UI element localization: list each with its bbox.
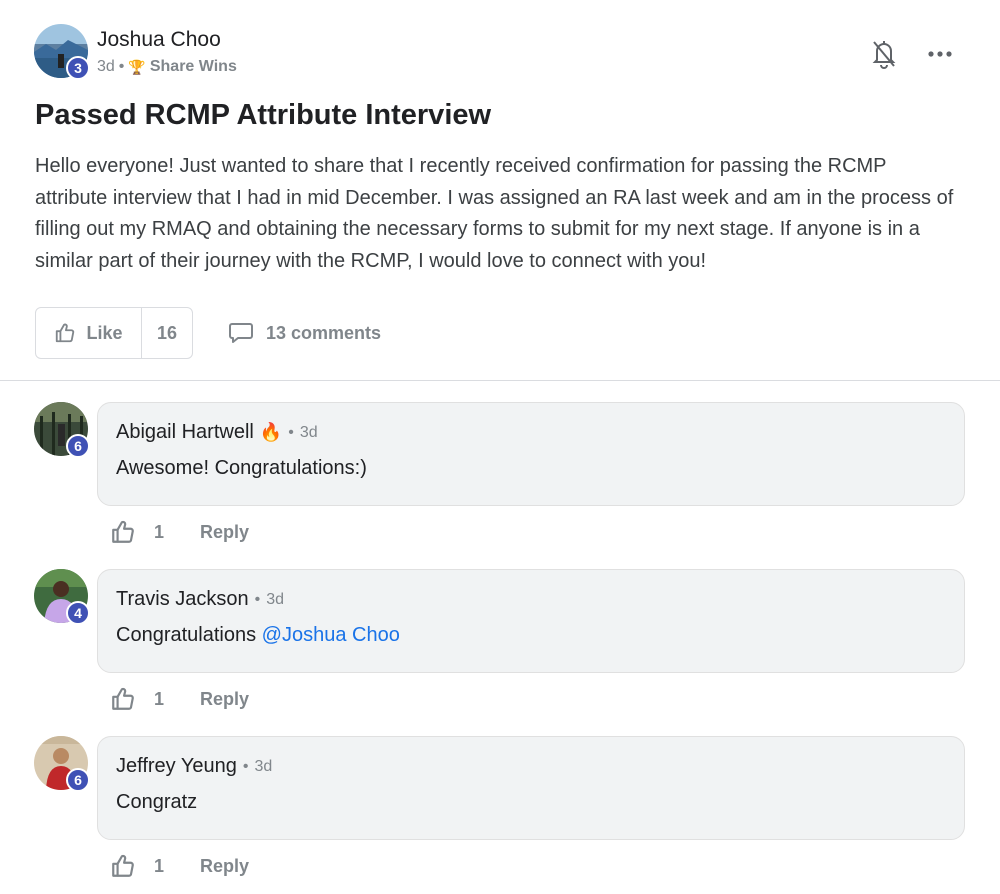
mention-link[interactable]: @Joshua Choo [262,624,400,646]
like-button[interactable]: Like [36,308,142,358]
trophy-icon: 🏆 [128,58,146,75]
comment-header: Jeffrey Yeung • 3d [116,755,272,778]
comments-count: 13 comments [266,322,382,343]
reply-button[interactable]: Reply [200,689,249,710]
comment-actions: 1 Reply [110,685,249,713]
post-title: Passed RCMP Attribute Interview [35,99,492,131]
post-body: Hello everyone! Just wanted to share tha… [35,155,954,272]
like-label: Like [86,322,123,343]
post-header: 3 Joshua Choo 3d • 🏆 Share Wins [34,24,974,84]
commenter-name[interactable]: Travis Jackson [116,588,249,611]
comment-body: Congratz [116,791,198,813]
commenter-level-badge: 6 [66,434,90,458]
comment-time: 3d [266,590,285,608]
bell-off-icon[interactable] [870,38,898,70]
meta-separator: • [118,58,125,75]
thumbs-up-icon[interactable] [110,686,136,712]
like-count[interactable]: 16 [142,308,192,358]
fire-icon: 🔥 [259,422,283,442]
reply-button[interactable]: Reply [200,856,249,877]
comment-time: 3d [299,423,318,441]
comment-actions: 1 Reply [110,852,249,880]
comment-time: 3d [254,757,273,775]
more-horizontal-icon[interactable] [926,42,954,66]
comment-time-separator: • [242,757,249,775]
comment-text: Congratulations @Joshua Choo [116,624,400,647]
reply-button[interactable]: Reply [200,522,249,543]
comment-text: Awesome! Congratulations:) [116,457,367,480]
comments-link[interactable]: 13 comments [228,318,381,348]
comment-header: Travis Jackson • 3d [116,588,284,611]
commenter-level-badge: 6 [66,768,90,792]
like-group: Like 16 [35,307,193,359]
commenter-name[interactable]: Jeffrey Yeung [116,755,237,778]
comment-bubble: Travis Jackson • 3d Congratulations @Jos… [97,569,965,673]
post-time: 3d [97,58,115,75]
comment-body: Congratulations [116,624,262,646]
thumbs-up-icon [56,323,75,343]
divider [0,380,1000,381]
comment-time-separator: • [254,590,261,608]
post-meta: 3d • 🏆 Share Wins [97,58,237,76]
thumbs-up-icon[interactable] [110,853,136,879]
author-level-badge: 3 [66,56,90,80]
commenter-level-badge: 4 [66,601,90,625]
author-name[interactable]: Joshua Choo [97,28,221,52]
comment-body: Awesome! Congratulations:) [116,457,367,479]
comment-like-count: 1 [154,688,165,709]
comment-text: Congratz [116,791,197,814]
thumbs-up-icon[interactable] [110,519,136,545]
comment-like-count: 1 [154,521,165,542]
comment-actions: 1 Reply [110,518,249,546]
comment-bubble: Abigail Hartwell 🔥 • 3d Awesome! Congrat… [97,402,965,506]
commenter-name[interactable]: Abigail Hartwell [116,421,254,444]
comment-like-count: 1 [154,855,165,876]
comment-icon [229,323,253,343]
post-category[interactable]: Share Wins [150,58,237,76]
comment-bubble: Jeffrey Yeung • 3d Congratz [97,736,965,840]
comment-time-separator: • [288,423,294,441]
comment-header: Abigail Hartwell 🔥 • 3d [116,421,318,444]
